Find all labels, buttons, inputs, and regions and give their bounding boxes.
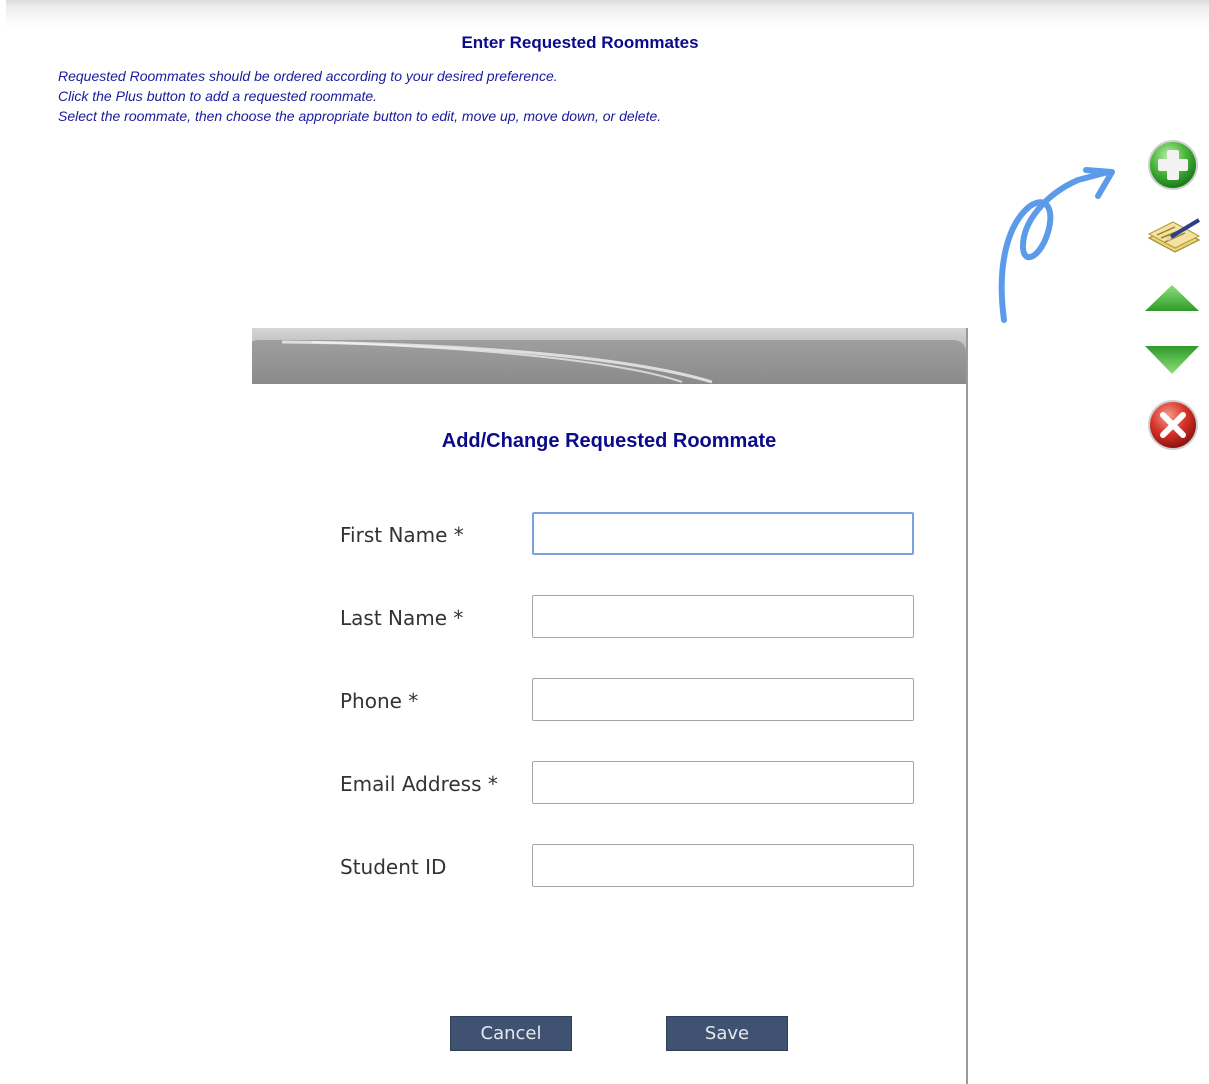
curved-arrow-icon (998, 167, 1115, 323)
student-id-label: Student ID (340, 855, 447, 879)
email-row: Email Address * (340, 761, 920, 805)
edit-icon (1147, 218, 1201, 253)
phone-row: Phone * (340, 678, 920, 722)
roommate-toolbar (1142, 138, 1202, 458)
arrow-up-icon (1145, 285, 1199, 311)
delete-roommate-button[interactable] (1142, 398, 1202, 452)
first-name-row: First Name * (340, 512, 920, 556)
instruction-line: Click the Plus button to add a requested… (58, 88, 378, 104)
instruction-line: Select the roommate, then choose the app… (58, 108, 662, 124)
header-swoosh-decoration (252, 340, 966, 384)
first-name-label: First Name * (340, 523, 464, 547)
dialog-title: Add/Change Requested Roommate (441, 430, 777, 452)
save-button[interactable]: Save (666, 1016, 788, 1051)
add-roommate-button[interactable] (1142, 138, 1202, 194)
student-id-row: Student ID (340, 844, 920, 888)
phone-label: Phone * (340, 689, 419, 713)
plus-icon (1148, 140, 1198, 190)
student-id-input[interactable] (532, 844, 914, 887)
add-change-roommate-dialog: Add/Change Requested Roommate First Name… (252, 328, 968, 1084)
instructions: Requested Roommates should be ordered ac… (58, 66, 661, 126)
first-name-input[interactable] (532, 512, 914, 555)
email-input[interactable] (532, 761, 914, 804)
page-title: Enter Requested Roommates (461, 33, 699, 52)
top-header-bar (6, 0, 1209, 30)
last-name-input[interactable] (532, 595, 914, 638)
phone-input[interactable] (532, 678, 914, 721)
instruction-line: Requested Roommates should be ordered ac… (58, 68, 558, 84)
move-down-button[interactable] (1142, 344, 1202, 376)
move-up-button[interactable] (1142, 283, 1202, 313)
last-name-row: Last Name * (340, 595, 920, 639)
edit-roommate-button[interactable] (1142, 218, 1202, 254)
dialog-header-bar (252, 328, 966, 384)
delete-icon (1148, 400, 1198, 450)
last-name-label: Last Name * (340, 606, 464, 630)
email-label: Email Address * (340, 772, 498, 796)
arrow-down-icon (1145, 346, 1199, 374)
cancel-button[interactable]: Cancel (450, 1016, 572, 1051)
